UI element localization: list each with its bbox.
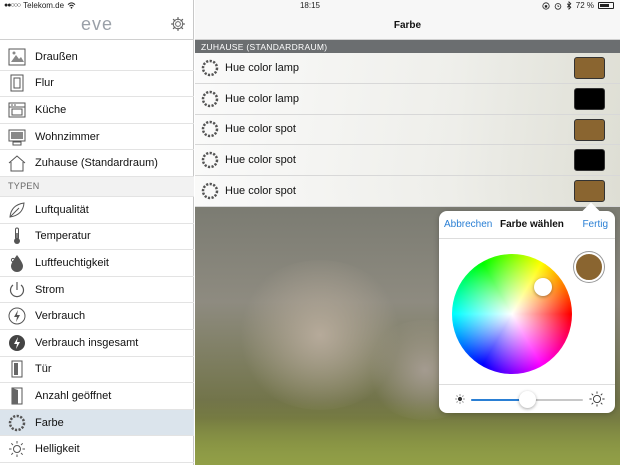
sidebar-item-helligkeit[interactable]: Helligkeit bbox=[0, 436, 194, 463]
device-row[interactable]: Hue color spot bbox=[195, 145, 620, 177]
leaf-icon bbox=[8, 201, 26, 219]
sidebar-item-label: Farbe bbox=[35, 416, 64, 429]
device-label: Hue color lamp bbox=[225, 92, 299, 105]
bluetooth-icon bbox=[566, 1, 572, 10]
color-swatch[interactable] bbox=[574, 149, 605, 172]
power-icon bbox=[8, 281, 26, 299]
sidebar-item-label: Luftfeuchtigkeit bbox=[35, 256, 109, 269]
sidebar-header: eve bbox=[0, 12, 194, 40]
color-ring-icon bbox=[201, 182, 219, 200]
color-picker-popover: Abbrechen Farbe wählen Fertig bbox=[439, 202, 615, 413]
thermometer-icon bbox=[8, 227, 26, 245]
sidebar: eve Draußen Flur Küche Wohnzimmer Zuhaus… bbox=[0, 0, 194, 465]
cancel-button[interactable]: Abbrechen bbox=[444, 219, 492, 230]
sidebar-item-label: Flur bbox=[35, 77, 54, 90]
sidebar-item-zuhause[interactable]: Zuhause (Standardraum) bbox=[0, 150, 194, 177]
device-row[interactable]: Hue color lamp bbox=[195, 83, 620, 115]
color-ring-icon bbox=[201, 90, 219, 107]
sidebar-item-label: Zuhause (Standardraum) bbox=[35, 157, 158, 170]
door-icon bbox=[8, 74, 26, 92]
sidebar-item-flur[interactable]: Flur bbox=[0, 71, 194, 98]
sidebar-item-label: Küche bbox=[35, 103, 67, 116]
sidebar-item-label: Tür bbox=[35, 363, 52, 376]
sidebar-item-label: Helligkeit bbox=[35, 443, 80, 456]
color-swatch[interactable] bbox=[574, 118, 605, 141]
sidebar-item-temperatur[interactable]: Temperatur bbox=[0, 224, 194, 251]
popover-title: Farbe wählen bbox=[500, 219, 564, 230]
lock-rotation-icon bbox=[542, 1, 550, 10]
sidebar-item-strom[interactable]: Strom bbox=[0, 277, 194, 304]
alarm-icon bbox=[554, 2, 562, 10]
sidebar-item-label: Strom bbox=[35, 283, 65, 296]
tv-icon bbox=[8, 128, 26, 146]
device-label: Hue color lamp bbox=[225, 61, 299, 74]
sun-large-icon bbox=[589, 391, 605, 407]
sidebar-item-label: Verbrauch insgesamt bbox=[35, 336, 139, 349]
device-label: Hue color spot bbox=[225, 123, 296, 136]
sidebar-item-label: Draußen bbox=[35, 50, 78, 63]
room-section-header: ZUHAUSE (STANDARDRAUM) bbox=[195, 40, 620, 53]
sidebar-item-tuer[interactable]: Tür bbox=[0, 357, 194, 384]
sidebar-item-kueche[interactable]: Küche bbox=[0, 97, 194, 124]
device-row[interactable]: Hue color spot bbox=[195, 176, 620, 207]
color-ring-icon bbox=[8, 414, 26, 432]
color-ring-icon bbox=[201, 121, 219, 138]
status-bar: ●●○○○ Telekom.de 18:15 72 % bbox=[0, 0, 620, 12]
device-label: Hue color spot bbox=[225, 185, 296, 198]
clock: 18:15 bbox=[299, 1, 321, 10]
sidebar-item-verbrauch-insgesamt[interactable]: Verbrauch insgesamt bbox=[0, 330, 194, 357]
sidebar-item-anzahl-geoeffnet[interactable]: Anzahl geöffnet bbox=[0, 383, 194, 410]
oven-icon bbox=[8, 101, 26, 119]
door-open-icon bbox=[8, 387, 26, 405]
sidebar-item-label: Wohnzimmer bbox=[35, 130, 100, 143]
sidebar-item-label: Temperatur bbox=[35, 230, 91, 243]
popover-header: Abbrechen Farbe wählen Fertig bbox=[439, 211, 615, 239]
gear-icon[interactable] bbox=[170, 16, 186, 32]
color-ring-icon bbox=[201, 152, 219, 169]
battery-icon bbox=[598, 2, 614, 9]
bolt-icon bbox=[8, 307, 26, 325]
app-logo: eve bbox=[80, 14, 114, 34]
device-row[interactable]: Hue color lamp bbox=[195, 53, 620, 84]
sidebar-item-label: Luftqualität bbox=[35, 203, 89, 216]
section-header-types: TYPEN bbox=[0, 176, 194, 197]
sidebar-item-farbe[interactable]: Farbe bbox=[0, 409, 194, 437]
selected-color-preview bbox=[574, 252, 604, 282]
sidebar-item-luftfeuchtigkeit[interactable]: Luftfeuchtigkeit bbox=[0, 250, 194, 277]
house-icon bbox=[8, 154, 26, 172]
sidebar-list: Draußen Flur Küche Wohnzimmer Zuhause (S… bbox=[0, 44, 194, 463]
bolt-filled-icon bbox=[8, 334, 26, 352]
sidebar-item-label: Anzahl geöffnet bbox=[35, 389, 112, 402]
sidebar-item-luftqualitaet[interactable]: Luftqualität bbox=[0, 197, 194, 224]
page-title: Farbe bbox=[393, 20, 422, 31]
device-label: Hue color spot bbox=[225, 154, 296, 167]
device-row[interactable]: Hue color spot bbox=[195, 114, 620, 146]
color-wheel[interactable] bbox=[452, 254, 572, 374]
color-ring-icon bbox=[201, 59, 219, 77]
brightness-slider-row bbox=[439, 384, 615, 413]
color-wheel-handle[interactable] bbox=[534, 278, 552, 296]
battery-percent: 72 % bbox=[575, 1, 594, 10]
color-swatch[interactable] bbox=[574, 57, 605, 79]
done-button[interactable]: Fertig bbox=[582, 219, 608, 230]
droplet-icon bbox=[8, 254, 26, 272]
sidebar-item-label: Verbrauch bbox=[35, 310, 86, 323]
sun-small-icon bbox=[455, 394, 465, 404]
outdoor-icon bbox=[8, 48, 26, 66]
sidebar-item-wohnzimmer[interactable]: Wohnzimmer bbox=[0, 124, 194, 151]
color-swatch[interactable] bbox=[574, 180, 605, 203]
brightness-slider-thumb[interactable] bbox=[518, 391, 536, 408]
color-swatch[interactable] bbox=[574, 87, 605, 110]
sidebar-item-verbrauch[interactable]: Verbrauch bbox=[0, 303, 194, 330]
device-list: Hue color lamp Hue color lamp Hue color … bbox=[195, 53, 620, 207]
sun-icon bbox=[8, 440, 26, 458]
sidebar-item-draussen[interactable]: Draußen bbox=[0, 44, 194, 71]
door-sensor-icon bbox=[8, 360, 26, 378]
